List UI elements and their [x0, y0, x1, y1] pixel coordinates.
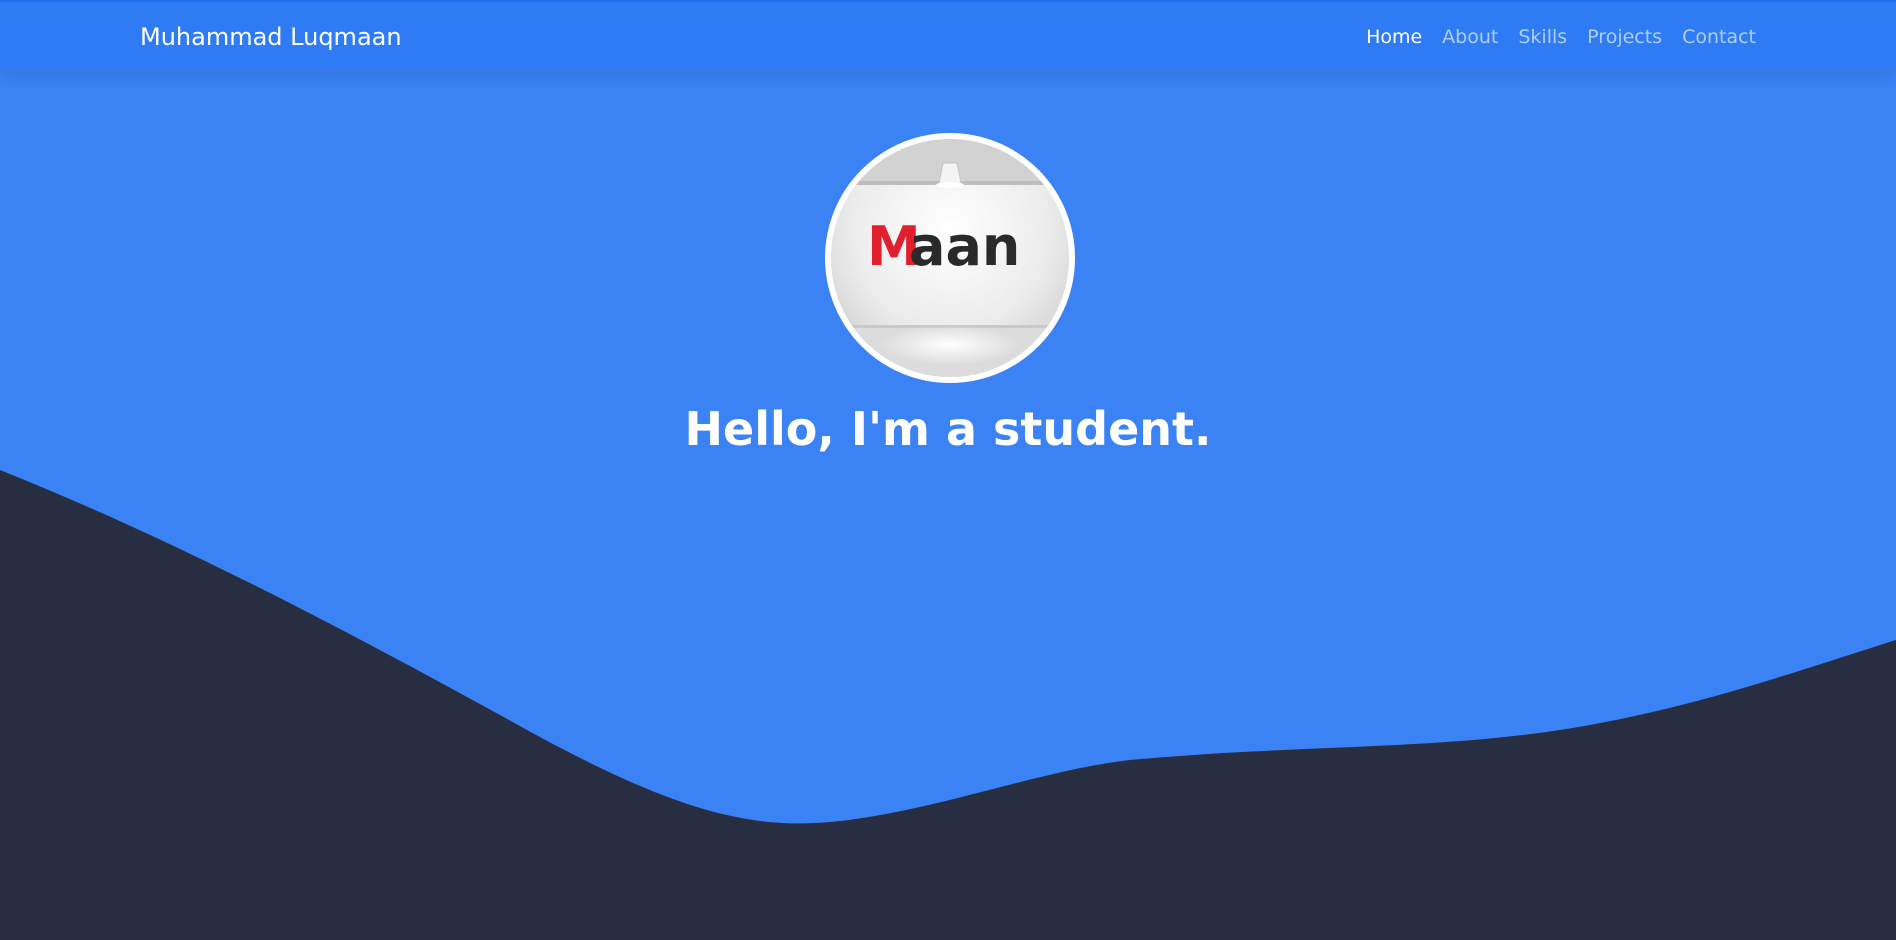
nav-item-contact: Contact: [1682, 26, 1756, 48]
profile-avatar: M aan: [825, 133, 1075, 383]
nav-link-contact[interactable]: Contact: [1682, 26, 1756, 48]
nav-links: Home About Skills Projects Contact: [1366, 2, 1756, 72]
nav-item-skills: Skills: [1518, 26, 1567, 48]
nav-item-home: Home: [1366, 26, 1422, 48]
navbar: Muhammad Luqmaan Home About Skills Proje…: [0, 0, 1896, 70]
hero-headline: Hello, I'm a student.: [684, 402, 1212, 456]
nav-link-projects[interactable]: Projects: [1587, 26, 1662, 48]
nav-item-projects: Projects: [1587, 26, 1662, 48]
nav-item-about: About: [1442, 26, 1498, 48]
hero-section: M aan Hello, I'm a student.: [0, 70, 1896, 940]
logo-letters: aan: [909, 215, 1020, 278]
nav-link-skills[interactable]: Skills: [1518, 26, 1567, 48]
nav-link-home[interactable]: Home: [1366, 26, 1422, 48]
brand-link[interactable]: Muhammad Luqmaan: [140, 2, 402, 72]
maan-logo-image: M aan: [831, 139, 1069, 377]
nav-link-about[interactable]: About: [1442, 26, 1498, 48]
